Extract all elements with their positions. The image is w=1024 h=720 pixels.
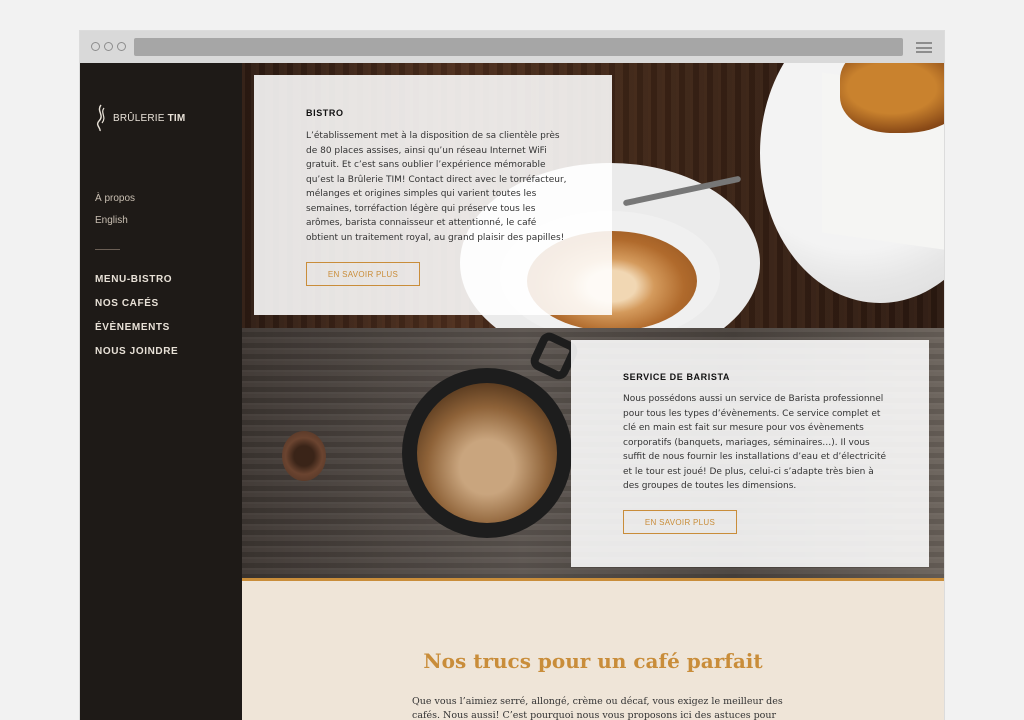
brand-name: BRÛLERIE TIM (113, 112, 186, 124)
nav-item-nous-joindre[interactable]: NOUS JOINDRE (95, 345, 178, 369)
learn-more-button[interactable]: EN SAVOIR PLUS (623, 510, 737, 534)
window-dot-icon[interactable] (91, 42, 100, 51)
brand-logo[interactable]: BRÛLERIE TIM (95, 104, 185, 132)
tips-paragraph: Que vous l’aimiez serré, allongé, crème … (412, 696, 783, 720)
sidebar-divider (95, 249, 120, 250)
sidebar: BRÛLERIE TIM À propos English MENU-BISTR… (80, 63, 242, 720)
steam-logo-icon (96, 104, 105, 132)
window-controls (91, 42, 126, 51)
link-about[interactable]: À propos (95, 193, 135, 204)
link-english[interactable]: English (95, 215, 128, 226)
card-text: L’établissement met à la disposition de … (306, 131, 567, 243)
card-text: Nous possédons aussi un service de Baris… (623, 394, 887, 491)
card-bistro: BISTRO L’établissement met à la disposit… (254, 75, 612, 315)
browser-window: BRÛLERIE TIM À propos English MENU-BISTR… (80, 31, 944, 720)
nav-item-nos-cafes[interactable]: NOS CAFÉS (95, 297, 178, 321)
nav-item-menu-bistro[interactable]: MENU-BISTRO (95, 273, 178, 297)
hamburger-menu-icon[interactable] (916, 42, 932, 53)
card-title: BISTRO (306, 108, 344, 118)
tips-section: Nos trucs pour un café parfait Que vous … (242, 581, 944, 720)
main-nav: MENU-BISTRO NOS CAFÉS ÉVÈNEMENTS NOUS JO… (95, 273, 178, 369)
nav-item-evenements[interactable]: ÉVÈNEMENTS (95, 321, 178, 345)
window-dot-icon[interactable] (117, 42, 126, 51)
card-title: SERVICE DE BARISTA (623, 372, 730, 382)
card-barista: SERVICE DE BARISTA Nous possédons aussi … (571, 340, 929, 567)
learn-more-button[interactable]: EN SAVOIR PLUS (306, 262, 420, 286)
browser-toolbar (80, 31, 944, 63)
tips-heading: Nos trucs pour un café parfait (423, 649, 763, 673)
address-bar[interactable] (134, 38, 903, 56)
window-dot-icon[interactable] (104, 42, 113, 51)
